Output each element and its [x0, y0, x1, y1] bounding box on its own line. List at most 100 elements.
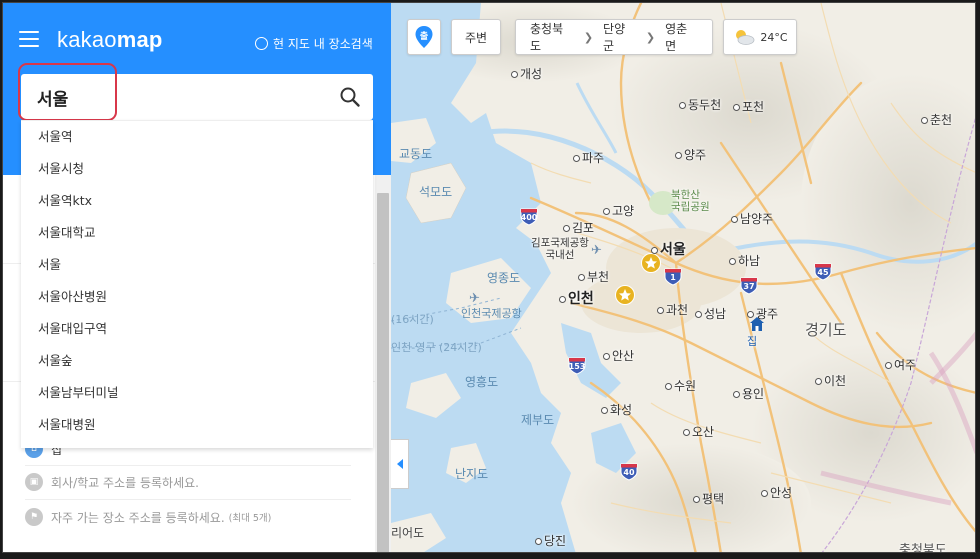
suggestion-item[interactable]: 서울대입구역 — [21, 313, 373, 345]
map-label[interactable]: 수원 — [665, 377, 696, 394]
home-marker-label[interactable]: 집 — [747, 333, 757, 349]
divider — [25, 465, 351, 466]
search-icon — [340, 87, 360, 107]
airplane-icon: ✈ — [591, 243, 602, 258]
region-breadcrumb: 충청북도 ❯ 단양군 ❯ 영춘면 — [515, 19, 713, 55]
building-icon: ▣ — [25, 473, 43, 491]
radio-circle-icon — [255, 37, 268, 50]
map-label[interactable]: 화성 — [601, 401, 632, 418]
airport-label[interactable]: 김포국제공항 국내선 — [531, 237, 589, 261]
map-label[interactable]: 부천 — [578, 268, 609, 285]
map-label[interactable]: 안성 — [761, 484, 792, 501]
map-label[interactable]: 김포 — [563, 219, 594, 236]
chevron-right-icon: ❯ — [583, 30, 594, 44]
suggestion-item[interactable]: 서울숲 — [21, 345, 373, 377]
app-window: kakaomap 현 지도 내 장소검색 서울역서울시청서울역ktx서울대학교서… — [2, 2, 976, 553]
map-label[interactable]: 용인 — [733, 385, 764, 402]
collapse-panel-button[interactable] — [391, 439, 409, 489]
map-label-seoul[interactable]: 서울 — [651, 239, 686, 259]
chevron-right-icon: ❯ — [645, 30, 656, 44]
suggestion-item[interactable]: 서울대병원 — [21, 409, 373, 441]
temperature: 24°C — [760, 30, 788, 44]
map-label[interactable]: 여주 — [885, 356, 916, 373]
map-label[interactable]: 남양주 — [731, 210, 773, 227]
breadcrumb-town[interactable]: 영춘면 — [665, 20, 698, 54]
map-label[interactable]: 파주 — [573, 149, 604, 166]
province-label[interactable]: 경기도 — [805, 319, 846, 340]
suggestion-item[interactable]: 서울아산병원 — [21, 281, 373, 313]
map-label[interactable]: 과천 — [657, 301, 688, 318]
metro-star-icon[interactable] — [615, 285, 635, 305]
map-view[interactable]: 출 주변 충청북도 ❯ 단양군 ❯ 영춘면 24°C 400 1 37 45 1… — [391, 3, 975, 552]
map-label[interactable]: 평택 — [693, 490, 724, 507]
current-map-search-toggle[interactable]: 현 지도 내 장소검색 — [255, 35, 373, 52]
breadcrumb-county[interactable]: 단양군 — [603, 20, 636, 54]
suggestion-item[interactable]: 서울역ktx — [21, 185, 373, 217]
ferry-label: 인천-영구 (24시간) — [391, 341, 482, 354]
suggestion-item[interactable]: 서울대학교 — [21, 217, 373, 249]
suggestion-item[interactable]: 서울역 — [21, 121, 373, 153]
map-label[interactable]: 춘천 — [921, 111, 952, 128]
airplane-icon: ✈ — [469, 291, 480, 306]
province-label[interactable]: 충청북도 — [899, 539, 947, 552]
highway-shield: 1 — [663, 266, 683, 286]
favorite-frequent[interactable]: ⚑ 자주 가는 장소 주소를 등록하세요. (최대 5개) — [25, 508, 271, 526]
map-label[interactable]: 안산 — [603, 347, 634, 364]
suggestion-list: 서울역 서울시청 서울역ktx 서울대학교 서울 서울아산병원 서울대입구역 서울숲 서울남부터… — [21, 120, 373, 448]
nearby-label: 주변 — [464, 30, 488, 45]
flag-icon: ⚑ — [25, 508, 43, 526]
suggestion-item[interactable]: 서울 — [21, 249, 373, 281]
search-box — [18, 63, 373, 121]
park-label[interactable]: 북한산 국립공원 — [671, 189, 710, 213]
map-label[interactable]: 석모도 — [419, 183, 452, 200]
ferry-label: (16시간) — [391, 313, 434, 326]
weather-widget[interactable]: 24°C — [723, 19, 797, 55]
nearby-button[interactable]: 주변 — [451, 19, 501, 55]
map-label[interactable]: 오산 — [683, 423, 714, 440]
map-label[interactable]: 영종도 — [487, 269, 520, 286]
suggestion-item[interactable]: 서울시청 — [21, 153, 373, 185]
kakaomap-logo[interactable]: kakaomap — [57, 27, 163, 53]
divider — [25, 499, 351, 500]
map-label[interactable]: 교동도 — [399, 145, 432, 162]
map-label-incheon[interactable]: 인천 — [559, 288, 594, 308]
pin-label: 출 — [419, 32, 429, 42]
map-label[interactable]: 당진 — [535, 532, 566, 549]
map-label[interactable]: 포천 — [733, 98, 764, 115]
scrollbar-thumb[interactable] — [377, 193, 389, 552]
current-location-pin-button[interactable]: 출 — [407, 19, 441, 55]
search-panel: kakaomap 현 지도 내 장소검색 서울역서울시청서울역ktx서울대학교서… — [3, 3, 391, 552]
work-hint: 회사/학교 주소를 등록하세요. — [51, 475, 199, 490]
map-label[interactable]: 동두천 — [679, 96, 721, 113]
highway-shield: 45 — [813, 261, 833, 281]
map-label[interactable]: 난지도 — [455, 465, 488, 482]
frequent-hint: 자주 가는 장소 주소를 등록하세요. — [51, 510, 225, 525]
map-label[interactable]: 영흥도 — [465, 373, 498, 390]
map-label[interactable]: 제부도 — [521, 411, 554, 428]
map-label[interactable]: 양주 — [675, 146, 706, 163]
home-marker-icon[interactable] — [749, 316, 765, 332]
map-label[interactable]: 리어도 — [391, 524, 424, 541]
map-label[interactable]: 하남 — [729, 252, 760, 269]
map-label[interactable]: 이천 — [815, 372, 846, 389]
suggestion-item[interactable]: 서울남부터미널 — [21, 377, 373, 409]
map-label[interactable]: 성남 — [695, 305, 726, 322]
current-map-search-label: 현 지도 내 장소검색 — [273, 37, 373, 51]
map-label[interactable]: 개성 — [511, 65, 542, 82]
logo-bold: map — [116, 27, 163, 52]
highway-shield: 400 — [519, 206, 539, 226]
menu-icon[interactable] — [19, 31, 39, 49]
airport-label[interactable]: 인천국제공항 — [461, 305, 522, 321]
frequent-max: (최대 5개) — [228, 513, 272, 524]
breadcrumb-province[interactable]: 충청북도 — [530, 20, 574, 54]
partly-cloudy-icon — [736, 30, 755, 45]
logo-light: kakao — [57, 27, 117, 52]
highway-shield: 40 — [619, 461, 639, 481]
search-input[interactable] — [37, 84, 317, 110]
search-button[interactable] — [339, 86, 361, 108]
triangle-left-icon — [396, 459, 403, 469]
map-label[interactable]: 고양 — [603, 202, 634, 219]
favorite-work[interactable]: ▣ 회사/학교 주소를 등록하세요. — [25, 473, 199, 491]
highway-shield: 37 — [739, 275, 759, 295]
highway-shield: 153 — [567, 355, 587, 375]
